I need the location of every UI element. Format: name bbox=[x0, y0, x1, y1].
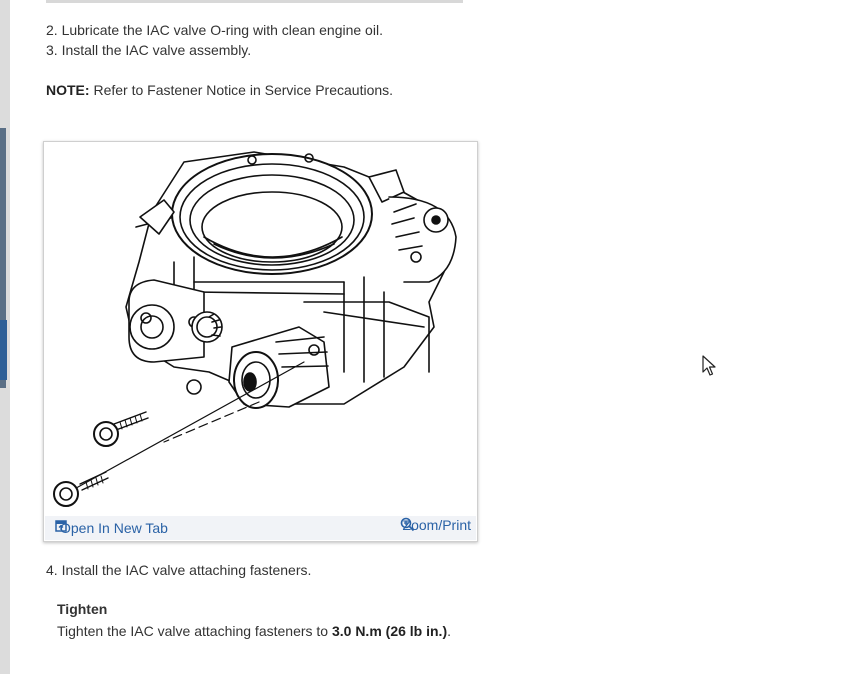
note-label: NOTE: bbox=[46, 82, 90, 98]
figure-toolbar: Open In New Tab Zoom/Print bbox=[45, 516, 476, 540]
window-left-edge bbox=[0, 0, 10, 674]
open-in-new-tab-label: Open In New Tab bbox=[60, 520, 168, 536]
throttle-body-illustration bbox=[53, 151, 457, 507]
note-text: Refer to Fastener Notice in Service Prec… bbox=[93, 82, 394, 98]
step-4: 4. Install the IAC valve attaching faste… bbox=[46, 562, 312, 578]
tighten-text: Tighten the IAC valve attaching fastener… bbox=[57, 623, 332, 639]
left-edge-accent bbox=[0, 320, 7, 380]
tighten-text-end: . bbox=[447, 623, 451, 639]
zoom-print-link[interactable]: Zoom/Print bbox=[400, 517, 471, 533]
tighten-heading: Tighten bbox=[57, 601, 108, 617]
previous-figure-bottom-edge bbox=[46, 0, 463, 3]
torque-value: 3.0 N.m (26 lb in.) bbox=[331, 623, 448, 639]
step-3: 3. Install the IAC valve assembly. bbox=[46, 42, 252, 58]
iac-valve-figure: Open In New Tab Zoom/Print bbox=[43, 141, 478, 542]
open-in-new-tab-link[interactable]: Open In New Tab bbox=[55, 520, 168, 536]
mouse-pointer-icon bbox=[702, 355, 716, 382]
step-2: 2. Lubricate the IAC valve O-ring with c… bbox=[46, 22, 383, 38]
note: NOTE: Refer to Fastener Notice in Servic… bbox=[46, 81, 393, 99]
tighten-instruction: Tighten the IAC valve attaching fastener… bbox=[57, 622, 451, 640]
